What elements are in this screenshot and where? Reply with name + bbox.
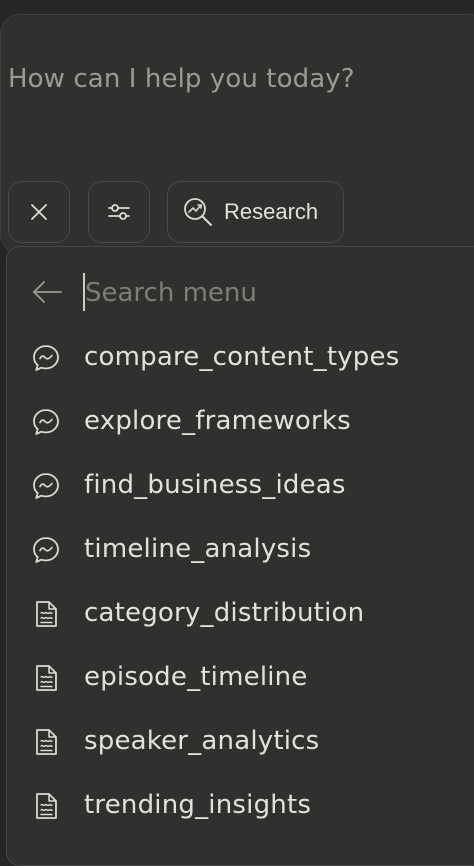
menu-item-label: compare_content_types <box>84 342 400 372</box>
menu-search-input[interactable] <box>85 269 445 317</box>
menu-item-label: category_distribution <box>84 598 365 628</box>
menu-item-explore-frameworks[interactable]: explore_frameworks <box>7 393 474 449</box>
document-icon <box>31 599 61 629</box>
menu-search-row <box>7 269 474 317</box>
menu-item-category-distribution[interactable]: category_distribution <box>7 585 474 641</box>
tools-settings-button[interactable] <box>88 181 150 243</box>
menu-item-timeline-analysis[interactable]: timeline_analysis <box>7 521 474 577</box>
chat-bubble-icon <box>31 343 61 373</box>
research-button[interactable]: Research <box>167 181 344 243</box>
menu-item-label: episode_timeline <box>84 662 308 692</box>
menu-item-label: timeline_analysis <box>84 534 312 564</box>
research-magnifier-icon <box>184 198 212 226</box>
menu-item-trending-insights[interactable]: trending_insights <box>7 777 474 833</box>
chat-bubble-icon <box>31 471 61 501</box>
tools-menu: compare_content_types explore_frameworksf… <box>6 246 474 866</box>
close-icon <box>31 204 47 220</box>
menu-item-label: find_business_ideas <box>84 470 346 500</box>
chat-bubble-icon <box>31 535 61 565</box>
document-icon <box>31 727 61 757</box>
sliders-icon <box>108 204 130 220</box>
arrow-left-icon[interactable] <box>31 279 63 305</box>
menu-item-episode-timeline[interactable]: episode_timeline <box>7 649 474 705</box>
document-icon <box>31 663 61 693</box>
chat-composer: How can I help you today? Research <box>0 14 474 254</box>
menu-item-label: speaker_analytics <box>84 726 320 756</box>
chat-bubble-icon <box>31 407 61 437</box>
menu-item-label: explore_frameworks <box>84 406 351 436</box>
document-icon <box>31 791 61 821</box>
research-label: Research <box>224 199 319 224</box>
menu-item-compare-content-types[interactable]: compare_content_types <box>7 329 474 385</box>
close-button[interactable] <box>8 181 70 243</box>
menu-item-find-business-ideas[interactable]: find_business_ideas <box>7 457 474 513</box>
menu-item-speaker-analytics[interactable]: speaker_analytics <box>7 713 474 769</box>
prompt-input[interactable]: How can I help you today? <box>8 64 355 94</box>
menu-item-label: trending_insights <box>84 790 312 820</box>
